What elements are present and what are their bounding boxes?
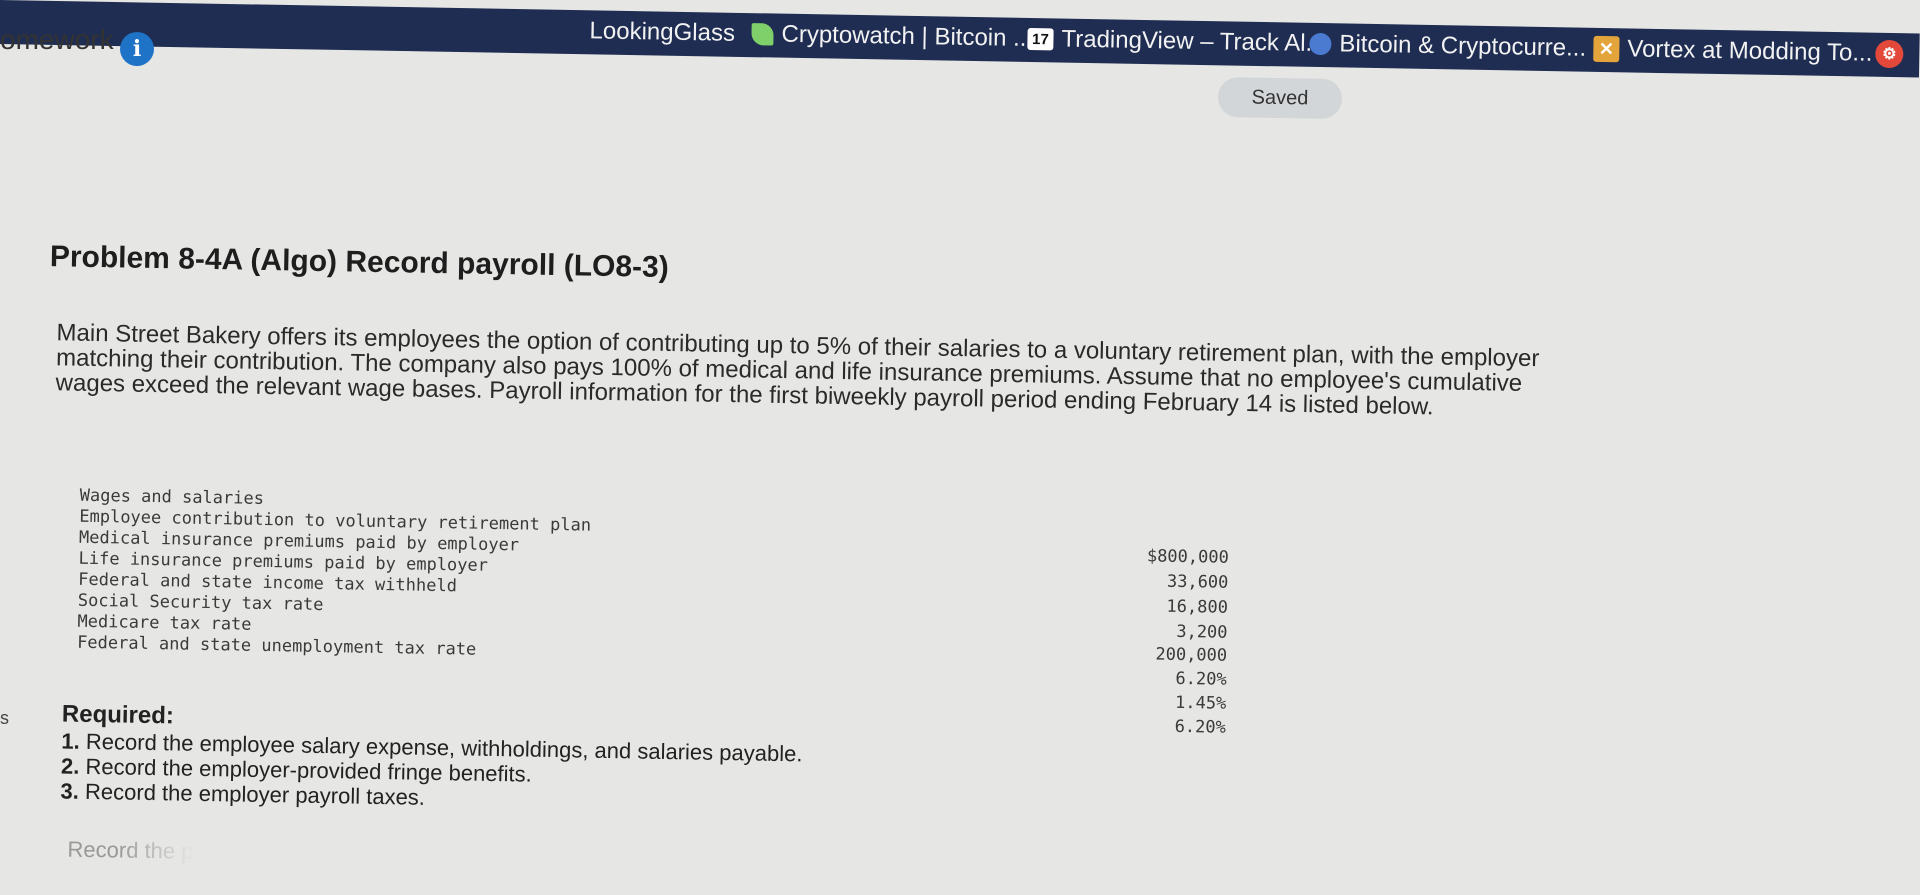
problem-description: Main Street Bakery offers its employees … [55, 319, 1540, 421]
row-value: 33,600 [1166, 571, 1229, 593]
item-number: 3. [60, 778, 80, 804]
row-label: Medicare tax rate [77, 611, 252, 635]
row-value: 6.20% [1174, 716, 1227, 738]
row-value: 3,200 [1176, 621, 1228, 643]
row-label: Social Security tax rate [77, 590, 324, 616]
item-text: Record the employer payroll taxes. [84, 778, 426, 810]
item-number: 1. [61, 728, 81, 754]
page: omework i Saved s Problem 8-4A (Algo) Re… [0, 0, 1920, 864]
row-label: Wages and salaries [79, 485, 265, 509]
problem-title: Problem 8-4A (Algo) Record payroll (LO8-… [49, 240, 670, 284]
record-instructions-text: Record the p [67, 836, 194, 864]
problem-content: Problem 8-4A (Algo) Record payroll (LO8-… [0, 0, 1920, 893]
row-value: 6.20% [1175, 668, 1227, 690]
row-value: 16,800 [1166, 596, 1229, 618]
row-value: 1.45% [1174, 692, 1227, 714]
row-value: 200,000 [1155, 644, 1228, 666]
row-value: $800,000 [1146, 546, 1229, 568]
item-number: 2. [60, 753, 80, 779]
payroll-data-table: Wages and salaries Employee contribution… [77, 485, 1230, 738]
required-section: Required: 1. Record the employee salary … [60, 700, 803, 816]
